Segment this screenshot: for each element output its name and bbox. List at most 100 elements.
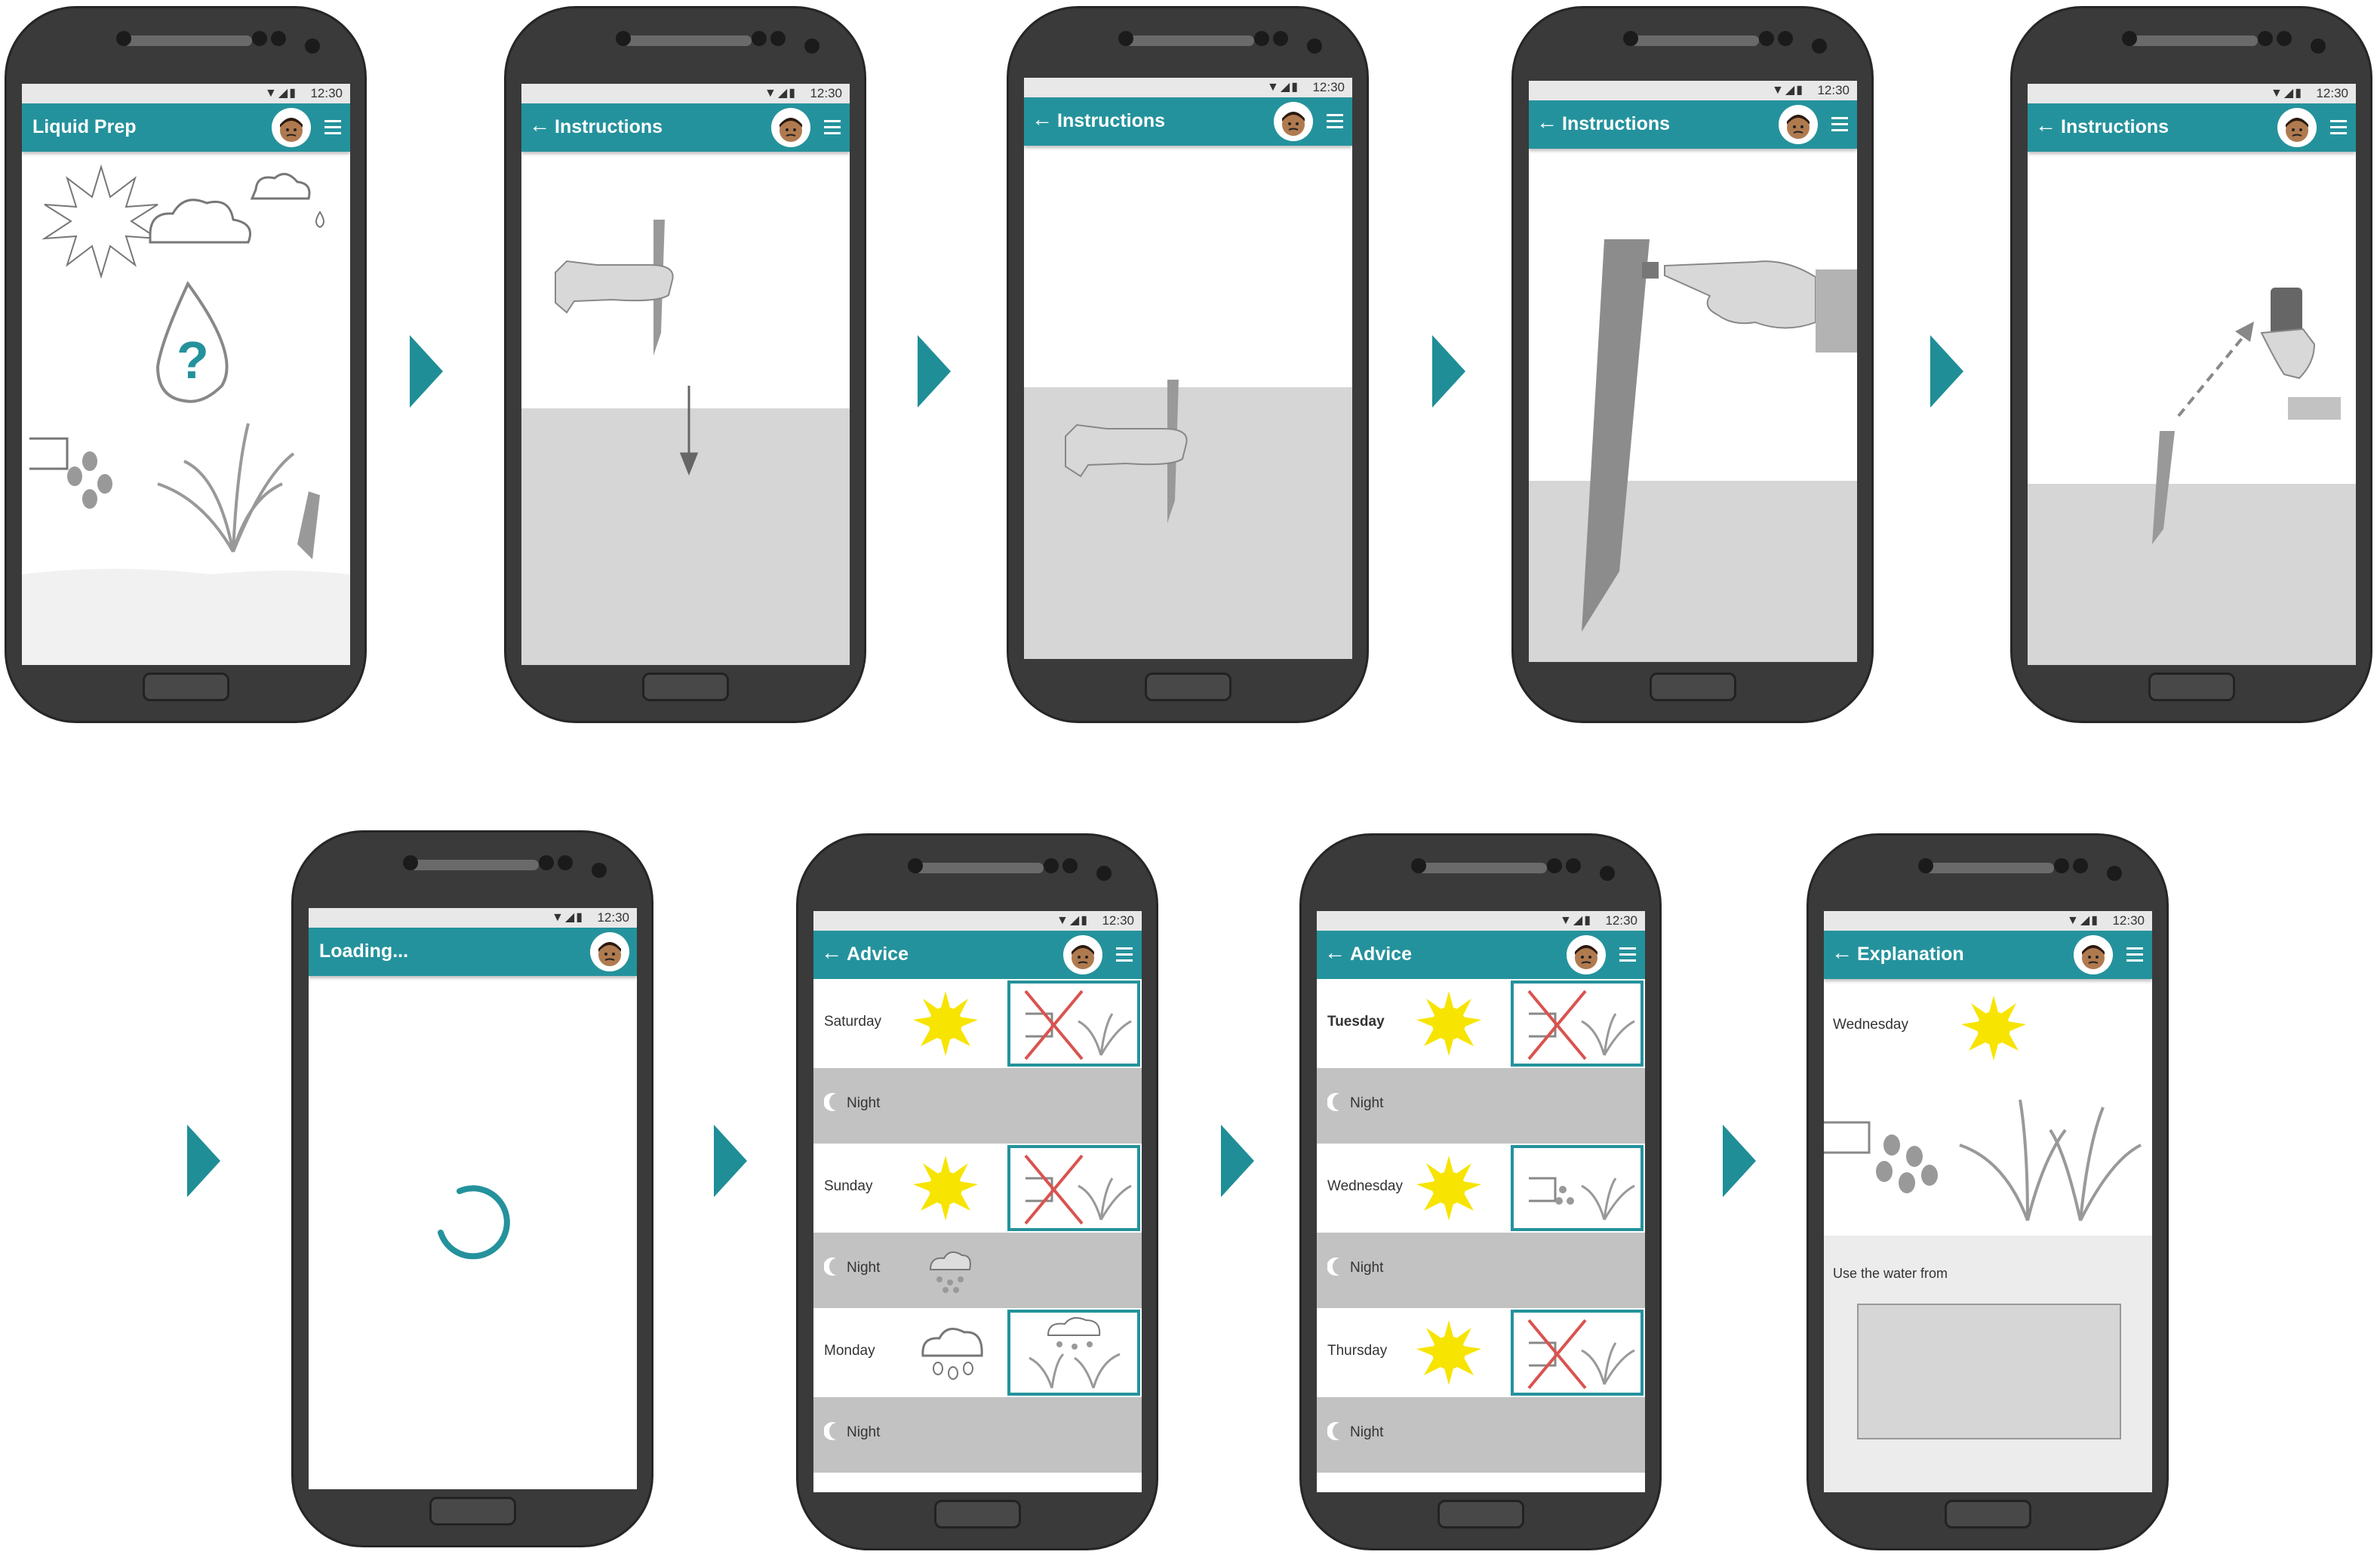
watering-can-icon — [29, 437, 69, 470]
flow-arrow — [1930, 335, 1963, 408]
flow-arrow — [1723, 1125, 1756, 1197]
explanation-content: Wednesday Use the water from — [1824, 979, 2152, 1492]
list-item: Night — [813, 1068, 1142, 1144]
watering-can-icon — [1824, 1121, 1871, 1154]
sensor-button — [1642, 262, 1659, 279]
spinner-icon — [438, 1185, 510, 1260]
menu-icon[interactable] — [2330, 120, 2347, 135]
avatar-icon[interactable] — [771, 108, 810, 147]
speaker — [1631, 35, 1759, 46]
list-item: Night — [1317, 1397, 1645, 1473]
advice-card[interactable] — [1511, 981, 1644, 1067]
avatar-icon[interactable] — [1567, 935, 1606, 974]
home-button[interactable] — [2148, 673, 2235, 701]
home-button[interactable] — [1145, 673, 1232, 701]
water-drop-icon — [67, 451, 112, 509]
back-arrow-icon[interactable]: ← — [821, 941, 842, 965]
screen: ▼◢▮ 12:30 Loading... — [309, 908, 637, 1489]
camera-icon — [908, 858, 923, 873]
phone-screen-3: ▼◢▮ 12:30 ← Instructions — [1007, 6, 1369, 723]
home-button[interactable] — [1945, 1500, 2031, 1529]
screen: ▼◢▮ 12:30 ← Instructions — [1024, 78, 1352, 659]
welcome-illustration: ? — [22, 152, 350, 665]
water-source-image[interactable] — [1857, 1304, 2121, 1439]
sun-icon — [1416, 1320, 1481, 1385]
camera-icon — [539, 855, 554, 870]
menu-icon[interactable] — [1327, 114, 1343, 129]
status-bar: ▼◢▮ 12:30 — [1024, 78, 1352, 97]
app-bar: Loading... — [309, 928, 637, 976]
advice-card[interactable] — [1007, 1145, 1140, 1231]
night-label: Night — [847, 1424, 881, 1440]
avatar-icon[interactable] — [1779, 105, 1818, 144]
sleeve — [1816, 269, 1857, 352]
advice-card[interactable] — [1511, 1145, 1644, 1231]
screen: ▼◢▮ 12:30 ← Instructions — [1529, 81, 1857, 662]
home-button[interactable] — [642, 673, 729, 701]
home-button[interactable] — [1438, 1500, 1524, 1529]
cross-icon — [1527, 1319, 1587, 1390]
camera-icon — [252, 31, 267, 46]
menu-icon[interactable] — [1831, 117, 1848, 132]
camera-icon — [305, 38, 320, 54]
camera-icon — [1566, 858, 1581, 873]
water-source-panel: Use the water from — [1824, 1236, 2152, 1492]
avatar-icon[interactable] — [590, 932, 629, 971]
home-button[interactable] — [1650, 673, 1736, 701]
camera-icon — [271, 31, 286, 46]
camera-icon — [1918, 858, 1933, 873]
flow-arrow — [714, 1125, 747, 1197]
status-time: 12:30 — [2112, 913, 2145, 928]
page-title: Instructions — [1057, 110, 1166, 131]
list-item[interactable]: Sunday — [813, 1144, 1142, 1233]
home-button[interactable] — [429, 1497, 516, 1525]
moon-icon — [824, 1093, 836, 1111]
list-item[interactable]: Wednesday — [1317, 1144, 1645, 1233]
back-arrow-icon[interactable]: ← — [1032, 107, 1053, 131]
avatar-icon[interactable] — [1063, 935, 1102, 974]
day-label: Sunday — [824, 1178, 873, 1194]
advice-card[interactable] — [1007, 981, 1140, 1067]
menu-icon[interactable] — [2126, 947, 2143, 962]
status-time: 12:30 — [597, 910, 629, 925]
avatar-icon[interactable] — [2074, 935, 2113, 974]
avatar-icon[interactable] — [1274, 102, 1313, 141]
sun-icon — [1961, 996, 2026, 1061]
watering-illustration — [1824, 1099, 2142, 1221]
camera-icon — [1759, 31, 1774, 46]
night-label: Night — [847, 1260, 881, 1276]
moon-icon — [1327, 1258, 1339, 1276]
back-arrow-icon[interactable]: ← — [1324, 941, 1345, 965]
back-arrow-icon[interactable]: ← — [529, 113, 550, 137]
avatar-icon[interactable] — [2277, 108, 2317, 147]
camera-icon — [2107, 866, 2122, 881]
water-drop-icon — [1876, 1134, 1938, 1193]
advice-card[interactable] — [1007, 1310, 1140, 1396]
camera-icon — [1812, 38, 1827, 54]
home-button[interactable] — [934, 1500, 1021, 1529]
list-item[interactable]: Thursday — [1317, 1308, 1645, 1397]
flow-arrow — [1221, 1125, 1254, 1197]
day-label: Wednesday — [1327, 1178, 1403, 1194]
menu-icon[interactable] — [824, 120, 841, 135]
signal-icons: ▼◢▮ — [1560, 914, 1592, 927]
back-arrow-icon[interactable]: ← — [1831, 941, 1853, 965]
list-item[interactable]: Tuesday — [1317, 979, 1645, 1068]
camera-icon — [1118, 31, 1133, 46]
menu-icon[interactable] — [1116, 947, 1133, 962]
speaker — [411, 860, 539, 870]
list-item[interactable]: Monday — [813, 1308, 1142, 1397]
back-arrow-icon[interactable]: ← — [2035, 113, 2056, 137]
menu-icon[interactable] — [1619, 947, 1636, 962]
camera-icon — [558, 855, 573, 870]
menu-icon[interactable] — [324, 120, 341, 135]
advice-card[interactable] — [1511, 1310, 1644, 1396]
back-arrow-icon[interactable]: ← — [1536, 110, 1557, 134]
camera-icon — [1600, 866, 1615, 881]
camera-icon — [1411, 858, 1426, 873]
avatar-icon[interactable] — [272, 108, 311, 147]
sensor-stake-icon — [297, 491, 320, 559]
home-button[interactable] — [143, 673, 229, 701]
list-item[interactable]: Saturday — [813, 979, 1142, 1068]
page-title: Loading... — [319, 941, 409, 962]
